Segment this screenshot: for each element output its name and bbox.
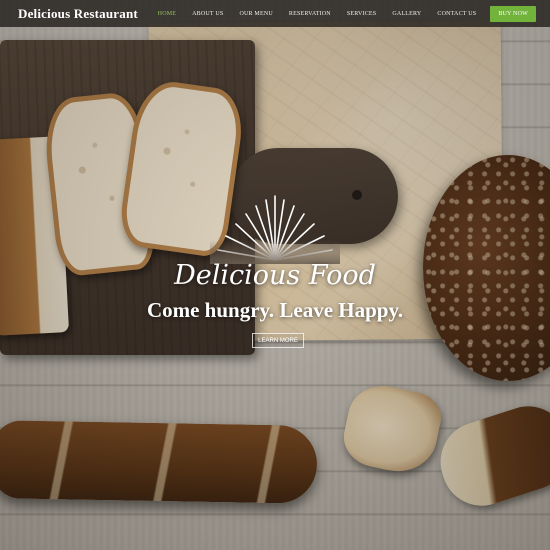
nav-gallery[interactable]: GALLERY xyxy=(392,11,421,17)
hero-title: Delicious Food xyxy=(174,260,376,291)
nav-services[interactable]: SERVICES xyxy=(347,11,376,17)
nav-reservation[interactable]: RESERVATION xyxy=(289,11,331,17)
buy-now-button[interactable]: BUY NOW xyxy=(490,5,536,22)
nav-about-us[interactable]: ABOUT US xyxy=(192,11,223,17)
main-nav: HOME ABOUT US OUR MENU RESERVATION SERVI… xyxy=(142,5,536,22)
nav-contact-us[interactable]: CONTACT US xyxy=(437,11,476,17)
nav-our-menu[interactable]: OUR MENU xyxy=(239,11,272,17)
learn-more-button[interactable]: LEARN MORE xyxy=(252,333,304,348)
sunburst-icon xyxy=(210,195,340,264)
nav-home[interactable]: HOME xyxy=(158,11,176,17)
hero-subtitle: Come hungry. Leave Happy. xyxy=(146,298,404,322)
top-navbar: Delicious Restaurant HOME ABOUT US OUR M… xyxy=(0,0,550,27)
site-brand[interactable]: Delicious Restaurant xyxy=(18,6,138,22)
